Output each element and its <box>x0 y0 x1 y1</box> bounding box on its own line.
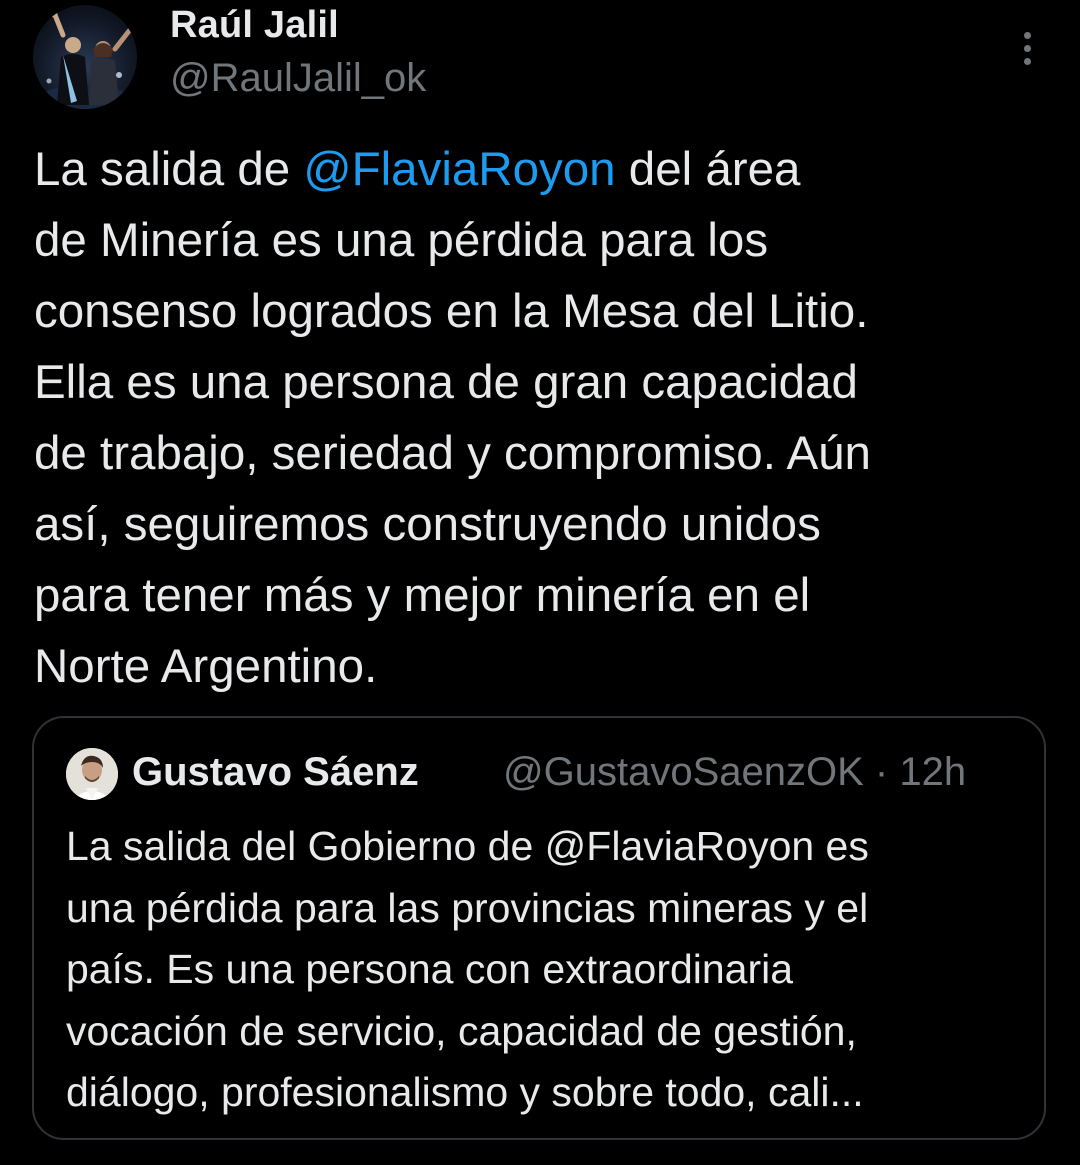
quoted-tweet-card[interactable]: Gustavo Sáenz @GustavoSaenzOK · 12h La s… <box>32 716 1046 1140</box>
tweet-text: La salida de @FlaviaRoyon del área de Mi… <box>34 134 1044 702</box>
mention-link[interactable]: @FlaviaRoyon <box>303 143 615 196</box>
quoted-author-meta: @GustavoSaenzOK · 12h <box>503 750 967 794</box>
tweet-text-line: así, seguiremos construyendo unidos <box>34 498 821 551</box>
profile-photo-icon <box>66 748 118 800</box>
tweet-text-segment: La salida de <box>34 143 304 196</box>
more-options-icon-dot <box>1024 45 1031 52</box>
tweet-text-line: Norte Argentino. <box>34 640 378 693</box>
more-options-icon <box>1024 32 1031 39</box>
tweet-text-line: para tener más y mejor minería en el <box>34 569 811 622</box>
tweet-text-line: de trabajo, seriedad y compromiso. Aún <box>34 427 871 480</box>
quoted-author-avatar[interactable] <box>66 748 118 800</box>
quoted-tweet-text-line: una pérdida para las provincias mineras … <box>66 884 869 931</box>
quoted-tweet-text-line: país. Es una persona con extraordinaria <box>66 946 794 992</box>
profile-photo-icon <box>35 10 135 109</box>
author-handle[interactable]: @RaulJalil_ok <box>170 56 426 101</box>
more-options-button[interactable] <box>1008 24 1048 74</box>
tweet-text-segment: del área <box>615 143 801 196</box>
quoted-tweet-text: La salida del Gobierno de @FlaviaRoyon e… <box>66 816 1026 1124</box>
tweet-text-line: consenso logrados en la Mesa del Litio. <box>34 285 869 338</box>
quoted-tweet-text-line: La salida del Gobierno de @FlaviaRoyon e… <box>66 823 869 869</box>
author-display-name[interactable]: Raúl Jalil <box>170 4 339 47</box>
quoted-tweet-text-line: vocación de servicio, capacidad de gesti… <box>66 1007 857 1054</box>
author-avatar[interactable] <box>33 5 137 109</box>
tweet-text-line: La salida de @FlaviaRoyon del área <box>34 134 1044 205</box>
quoted-author-name[interactable]: Gustavo Sáenz <box>132 750 419 795</box>
quoted-tweet-text-line: diálogo, profesionalismo y sobre todo, c… <box>66 1069 864 1115</box>
tweet-text-line: de Minería es una pérdida para los <box>34 214 769 267</box>
tweet-header: Raúl Jalil @RaulJalil_ok <box>0 0 1080 120</box>
more-options-icon-dot <box>1024 58 1031 65</box>
tweet-text-line: Ella es una persona de gran capacidad <box>34 356 858 409</box>
